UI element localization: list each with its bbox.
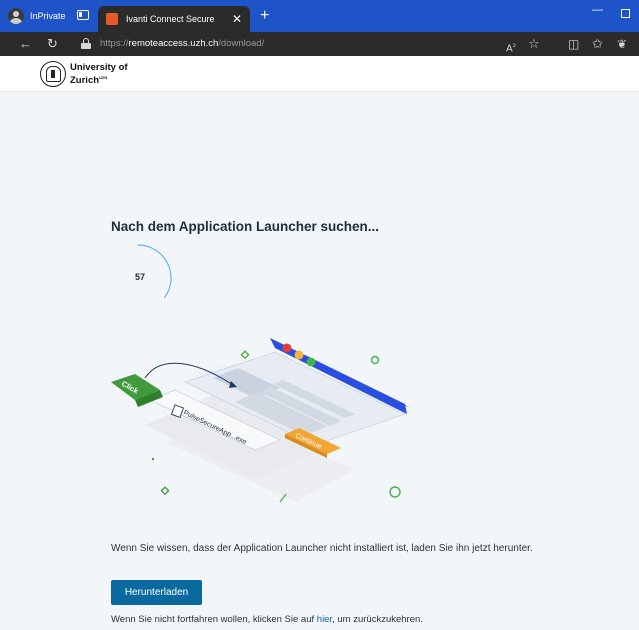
inprivate-label: InPrivate <box>30 11 66 21</box>
inprivate-profile[interactable]: InPrivate <box>8 7 66 25</box>
new-tab-icon[interactable]: + <box>260 8 269 24</box>
browser-toolbar: ← ↻ https://remoteaccess.uzh.ch/download… <box>0 32 639 56</box>
tab-title: Ivanti Connect Secure <box>126 14 215 24</box>
page-title: Nach dem Application Launcher suchen... <box>111 219 380 234</box>
download-button[interactable]: Herunterladen <box>111 580 202 605</box>
maximize-icon[interactable] <box>621 9 630 18</box>
refresh-icon[interactable]: ↻ <box>47 36 58 52</box>
uzh-logo[interactable]: University of ZurichUZH <box>70 63 128 86</box>
browser-titlebar: InPrivate Ivanti Connect Secure ✕ + — <box>0 0 639 32</box>
minimize-icon[interactable]: — <box>592 4 603 16</box>
address-bar[interactable]: https://remoteaccess.uzh.ch/download/ <box>100 38 264 49</box>
profile-avatar-icon <box>8 8 24 24</box>
launcher-illustration: PulseSecureApp...exe Continue Click <box>111 338 410 503</box>
site-header: University of ZurichUZH <box>0 56 639 92</box>
return-text: Wenn Sie nicht fortfahren wollen, klicke… <box>111 614 423 625</box>
extensions-icon[interactable]: ❦ <box>617 36 627 52</box>
ivanti-favicon-icon <box>106 13 118 25</box>
favorite-icon[interactable]: ☆ <box>528 36 540 52</box>
back-icon[interactable]: ← <box>19 36 32 52</box>
split-screen-icon[interactable]: ◫ <box>568 36 579 52</box>
lock-icon[interactable] <box>81 38 91 49</box>
countdown-value: 57 <box>134 272 145 282</box>
tab-actions-icon[interactable] <box>77 10 89 20</box>
favorites-icon[interactable]: ✩ <box>592 36 603 52</box>
uzh-seal-icon <box>40 61 66 87</box>
install-info-text: Wenn Sie wissen, dass der Application La… <box>111 543 533 554</box>
read-aloud-icon[interactable]: Aↄ <box>506 38 516 57</box>
tab-close-icon[interactable]: ✕ <box>232 12 242 26</box>
return-link[interactable]: hier <box>317 614 332 625</box>
tab-ivanti-connect-secure[interactable]: Ivanti Connect Secure ✕ <box>98 6 250 32</box>
